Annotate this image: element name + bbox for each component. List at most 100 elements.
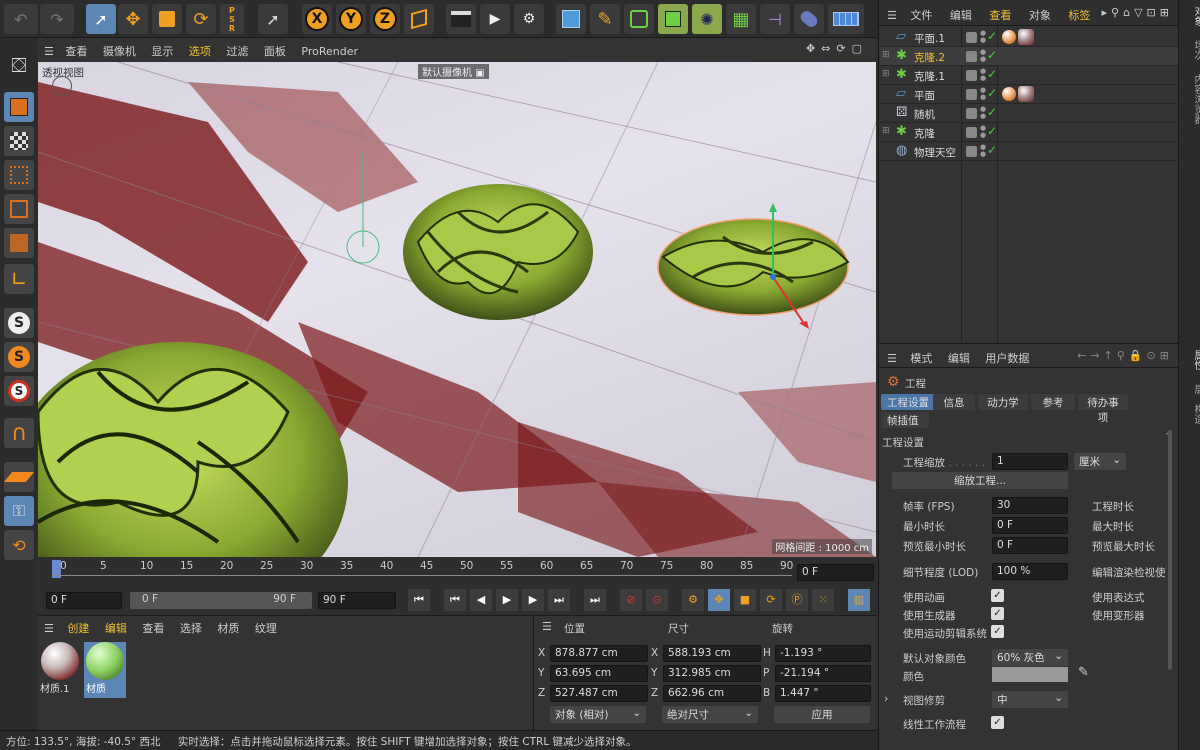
enabled-check-icon[interactable]: ✓ bbox=[987, 105, 997, 119]
tab-frame-interp[interactable]: 帧插值 bbox=[881, 412, 929, 428]
coord-system-button[interactable] bbox=[404, 4, 434, 34]
enabled-check-icon[interactable]: ✓ bbox=[987, 124, 997, 138]
side-tab-structure[interactable]: 构造 bbox=[1183, 404, 1200, 424]
material-swatch[interactable]: 材质.1 bbox=[40, 642, 80, 698]
attr-nav-icons[interactable]: ←→↑⚲🔒⊙⊞ bbox=[1077, 349, 1173, 362]
scale-project-button[interactable]: 缩放工程... bbox=[892, 472, 1068, 489]
render-button[interactable]: ▶ bbox=[480, 4, 510, 34]
move-tool-button[interactable]: ✥ bbox=[118, 4, 148, 34]
key-pla-button[interactable]: ⁙ bbox=[812, 589, 834, 611]
range-slider[interactable]: 0 F 90 F bbox=[130, 592, 312, 609]
material-tag-icon[interactable] bbox=[1018, 29, 1034, 45]
film-strip-button[interactable]: ▥ bbox=[848, 589, 870, 611]
pen-button[interactable]: ✎ bbox=[590, 4, 620, 34]
color-swatch[interactable] bbox=[992, 667, 1068, 682]
tab-todo[interactable]: 待办事项 bbox=[1078, 394, 1128, 424]
redo-button[interactable]: ↷ bbox=[40, 4, 74, 34]
attr-menu-mode[interactable]: 模式 bbox=[910, 352, 932, 365]
object-row[interactable]: ⚄ 随机 ● ● ✓ bbox=[880, 104, 1178, 123]
object-row[interactable]: ⊞ ✱ 克隆 ● ● ✓ bbox=[880, 123, 1178, 142]
size-field[interactable]: 588.193 cm bbox=[663, 645, 761, 662]
render-view-button[interactable] bbox=[446, 4, 476, 34]
side-tab-content-browser[interactable]: 内容浏览器 bbox=[1183, 74, 1200, 124]
object-row[interactable]: ▱ 平面.1 ● ● ✓ bbox=[880, 28, 1178, 47]
side-tab-layers[interactable]: 层 bbox=[1183, 384, 1200, 394]
psr-tool-button[interactable]: PSR bbox=[220, 4, 244, 34]
key-settings-button[interactable]: ⚙ bbox=[682, 589, 704, 611]
subdivision-button[interactable] bbox=[624, 4, 654, 34]
material-tag-icon[interactable] bbox=[1018, 86, 1034, 102]
viewport-menu-camera[interactable]: 摄像机 bbox=[103, 43, 136, 59]
coord-mode-dropdown[interactable]: 对象 (相对) ⌄ bbox=[550, 706, 646, 723]
material-tag-icon[interactable] bbox=[1002, 30, 1016, 44]
axis-mode-button[interactable]: ∟ bbox=[4, 264, 34, 294]
expand-caret-icon[interactable]: › bbox=[884, 692, 888, 705]
rotation-field[interactable]: 1.447 ° bbox=[775, 685, 871, 702]
object-row[interactable]: ⊞ ✱ 克隆.2 ● ● ✓ bbox=[880, 47, 1178, 66]
layer-icon[interactable] bbox=[966, 127, 977, 138]
attr-menu-userdata[interactable]: 用户数据 bbox=[985, 352, 1029, 365]
position-field[interactable]: 63.695 cm bbox=[550, 665, 648, 682]
viewport-menu-filter[interactable]: 过滤 bbox=[226, 43, 248, 59]
scale-unit-dropdown[interactable]: 厘米 ⌄ bbox=[1074, 453, 1126, 470]
expand-icon[interactable]: ⊞ bbox=[882, 69, 890, 79]
menu-object[interactable]: 对象 bbox=[1029, 9, 1051, 22]
side-tab-objects[interactable]: 对象 bbox=[1183, 6, 1200, 26]
size-field[interactable]: 662.96 cm bbox=[663, 685, 761, 702]
polygons-mode-button[interactable] bbox=[4, 228, 34, 258]
attr-menu-edit[interactable]: 编辑 bbox=[948, 352, 970, 365]
object-row[interactable]: ▱ 平面 ● ● ✓ bbox=[880, 85, 1178, 104]
size-mode-dropdown[interactable]: 绝对尺寸 ⌄ bbox=[662, 706, 758, 723]
visibility-dots-icon[interactable]: ● ● bbox=[980, 30, 986, 44]
visibility-dots-icon[interactable]: ● ● bbox=[980, 68, 986, 82]
snap-button[interactable]: S bbox=[4, 308, 34, 338]
viewport-menu-options[interactable]: 选项 bbox=[189, 43, 211, 59]
enabled-check-icon[interactable]: ✓ bbox=[987, 29, 997, 43]
tab-reference[interactable]: 参考 bbox=[1031, 394, 1075, 410]
viewport-menu-prorender[interactable]: ProRender bbox=[301, 45, 358, 58]
visibility-dots-icon[interactable]: ● ● bbox=[980, 144, 986, 158]
position-field[interactable]: 878.877 cm bbox=[550, 645, 648, 662]
rotation-field[interactable]: -1.193 ° bbox=[775, 645, 871, 662]
undo-button[interactable]: ↶ bbox=[4, 4, 38, 34]
viewport-menu-panel[interactable]: 面板 bbox=[264, 43, 286, 59]
record-button[interactable]: ⊘ bbox=[620, 589, 642, 611]
goto-start-icon[interactable]: ⏮ bbox=[444, 589, 466, 611]
make-editable-button[interactable]: ⛋ bbox=[4, 50, 34, 80]
coord-hamburger-icon[interactable]: ☰ bbox=[542, 620, 552, 633]
lod-field[interactable]: 100 % bbox=[992, 563, 1068, 580]
menu-file[interactable]: 文件 bbox=[910, 9, 932, 22]
scale-field[interactable]: 1 bbox=[992, 453, 1068, 470]
render-settings-button[interactable]: ⚙ bbox=[514, 4, 544, 34]
start-frame-field[interactable]: 0 F bbox=[46, 592, 122, 609]
layer-icon[interactable] bbox=[966, 51, 977, 62]
object-tools-icons[interactable]: ▸⚲⌂▽⊡⊞ bbox=[1102, 6, 1173, 19]
object-row[interactable]: ◍ 物理天空 ● ● ✓ bbox=[880, 142, 1178, 161]
texture-mode-button[interactable] bbox=[4, 126, 34, 156]
material-menu-texture[interactable]: 纹理 bbox=[255, 620, 277, 636]
tab-project-settings[interactable]: 工程设置 bbox=[881, 394, 935, 410]
mograph-button[interactable]: ▦ bbox=[726, 4, 756, 34]
rotate-tool-button[interactable]: ⟳ bbox=[186, 4, 216, 34]
layer-icon[interactable] bbox=[966, 70, 977, 81]
apply-button[interactable]: 应用 bbox=[774, 706, 870, 723]
x-axis-button[interactable]: X bbox=[302, 4, 332, 34]
timeline-ruler[interactable]: 0 5 10 15 20 25 30 35 40 45 50 55 60 65 70 75 80 85 90 bbox=[38, 557, 876, 591]
layer-icon[interactable] bbox=[966, 146, 977, 157]
align-workplane-button[interactable]: ⟲ bbox=[4, 530, 34, 560]
key-scale-button[interactable]: ■ bbox=[734, 589, 756, 611]
size-field[interactable]: 312.985 cm bbox=[663, 665, 761, 682]
deformer-button[interactable]: ⊣ bbox=[760, 4, 790, 34]
y-axis-button[interactable]: Y bbox=[336, 4, 366, 34]
tab-info[interactable]: 信息 bbox=[933, 394, 975, 410]
eyedropper-icon[interactable]: ✎ bbox=[1078, 665, 1089, 680]
layer-icon[interactable] bbox=[966, 108, 977, 119]
material-menu-select[interactable]: 选择 bbox=[180, 620, 202, 636]
enabled-check-icon[interactable]: ✓ bbox=[987, 143, 997, 157]
use-generator-checkbox[interactable]: ✓ bbox=[991, 607, 1004, 620]
prev-frame-button[interactable]: ◀ bbox=[470, 589, 492, 611]
material-swatch[interactable]: 材质 bbox=[84, 642, 126, 698]
use-animation-checkbox[interactable]: ✓ bbox=[991, 589, 1004, 602]
enabled-check-icon[interactable]: ✓ bbox=[987, 86, 997, 100]
use-motion-checkbox[interactable]: ✓ bbox=[991, 625, 1004, 638]
